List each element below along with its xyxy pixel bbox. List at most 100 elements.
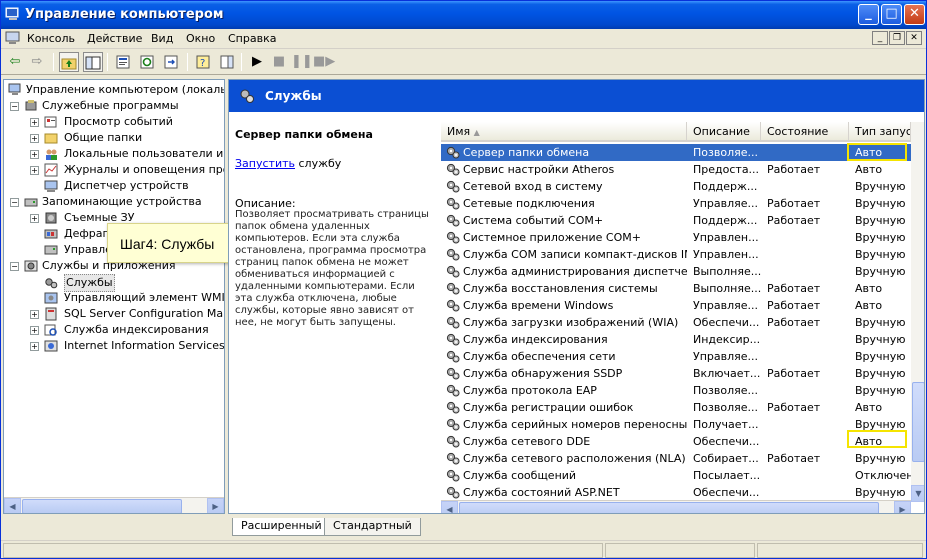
service-state: Работает bbox=[767, 401, 821, 414]
menu-action[interactable]: Действие bbox=[87, 32, 142, 45]
column-name-label: Имя bbox=[447, 125, 471, 138]
mdi-close-button[interactable]: ✕ bbox=[906, 31, 922, 45]
table-row[interactable]: Система событий COM+ Поддерж... Работает Вр… bbox=[441, 212, 911, 229]
table-row[interactable]: Служба регистрации ошибок Позволяе... Рабо… bbox=[441, 399, 911, 416]
expand-icon[interactable]: + bbox=[30, 134, 39, 143]
column-startup[interactable]: Тип запуска bbox=[849, 122, 911, 142]
gear-icon bbox=[446, 350, 460, 363]
table-row[interactable]: Служба протокола EAP Позволяе... Вручную bbox=[441, 382, 911, 399]
column-description[interactable]: Описание bbox=[687, 122, 761, 142]
scroll-right-icon[interactable]: ▶ bbox=[207, 498, 224, 513]
list-vertical-scrollbar[interactable]: ▼ bbox=[911, 122, 924, 502]
table-row[interactable]: Служба состояний ASP.NET Обеспечи... Вручн… bbox=[441, 484, 911, 501]
highlight-box bbox=[847, 143, 907, 161]
expand-icon[interactable]: + bbox=[30, 326, 39, 335]
service-state: Работает bbox=[767, 299, 821, 312]
column-name[interactable]: Имя ▲ bbox=[441, 122, 687, 142]
tab-extended[interactable]: Расширенный bbox=[232, 518, 331, 536]
table-row[interactable]: Сетевой вход в систему Поддерж... Вручную bbox=[441, 178, 911, 195]
expand-icon[interactable]: + bbox=[30, 166, 39, 175]
service-startup: Отключен bbox=[855, 469, 911, 482]
service-startup: Авто bbox=[855, 163, 883, 176]
device-manager-icon bbox=[44, 180, 58, 192]
properties-icon[interactable] bbox=[113, 52, 133, 72]
table-row[interactable]: Служба сетевого DDE Обеспечи... Авто bbox=[441, 433, 911, 450]
service-description: Обеспечи... bbox=[693, 316, 760, 329]
table-row[interactable]: Служба сообщений Посылает... Отключен bbox=[441, 467, 911, 484]
sort-up-icon: ▲ bbox=[473, 128, 480, 137]
export-list-icon[interactable] bbox=[161, 52, 181, 72]
table-row[interactable]: Служба серийных номеров переносных у... П… bbox=[441, 416, 911, 433]
collapse-icon[interactable]: − bbox=[10, 102, 19, 111]
back-arrow-icon[interactable]: ⇦ bbox=[5, 52, 25, 72]
service-name: Сетевые подключения bbox=[463, 197, 595, 210]
minimize-button[interactable]: _ bbox=[858, 4, 879, 25]
start-service-link[interactable]: Запустить bbox=[235, 157, 295, 170]
table-row[interactable]: Служба обнаружения SSDP Включает... Работа… bbox=[441, 365, 911, 382]
list-horizontal-scrollbar[interactable]: ◀ ▶ bbox=[441, 500, 911, 513]
table-row[interactable]: Служба администрирования диспетчера Выпол… bbox=[441, 263, 911, 280]
table-row[interactable]: Служба загрузки изображений (WIA) Обеспеч… bbox=[441, 314, 911, 331]
indexing-icon bbox=[44, 324, 57, 336]
gear-icon bbox=[446, 299, 460, 312]
computer-management-icon bbox=[5, 7, 19, 20]
close-button[interactable]: ✕ bbox=[904, 4, 925, 25]
expand-icon[interactable]: + bbox=[30, 150, 39, 159]
mdi-minimize-button[interactable]: _ bbox=[872, 31, 888, 45]
expand-icon[interactable]: + bbox=[30, 118, 39, 127]
menu-help[interactable]: Справка bbox=[228, 32, 276, 45]
restart-icon[interactable]: ■▶ bbox=[313, 52, 335, 72]
stop-icon[interactable]: ■ bbox=[269, 52, 289, 72]
scroll-thumb[interactable] bbox=[912, 382, 924, 462]
pause-icon[interactable]: ❚❚ bbox=[291, 52, 313, 72]
service-name: Сервер папки обмена bbox=[463, 146, 590, 159]
tree-horizontal-scrollbar[interactable]: ◀ ▶ bbox=[4, 497, 224, 513]
column-state[interactable]: Состояние bbox=[761, 122, 849, 142]
collapse-icon[interactable]: − bbox=[10, 198, 19, 207]
gear-icon bbox=[446, 418, 460, 431]
help-icon[interactable]: ? bbox=[193, 52, 213, 72]
service-name: Служба состояний ASP.NET bbox=[463, 486, 620, 499]
menu-view[interactable]: Вид bbox=[151, 32, 173, 45]
table-row[interactable]: Служба времени Windows Управляе... Работае… bbox=[441, 297, 911, 314]
scroll-thumb[interactable] bbox=[459, 502, 879, 513]
tree-label-perf-logs: Журналы и оповещения производительности bbox=[64, 163, 224, 176]
up-folder-icon[interactable] bbox=[59, 52, 79, 72]
menu-window[interactable]: Окно bbox=[186, 32, 215, 45]
table-row[interactable]: Системное приложение COM+ Управлен... Вруч… bbox=[441, 229, 911, 246]
table-row[interactable]: Служба COM записи компакт-дисков IMAPI Уп… bbox=[441, 246, 911, 263]
table-row[interactable]: Сервер папки обмена Позволяе... Авто bbox=[441, 144, 911, 161]
scroll-right-icon[interactable]: ▶ bbox=[894, 501, 911, 513]
perf-logs-icon bbox=[44, 163, 58, 177]
mdi-restore-button[interactable]: ❐ bbox=[889, 31, 905, 45]
console-icon[interactable] bbox=[5, 31, 21, 46]
maximize-button[interactable]: □ bbox=[881, 4, 902, 25]
table-row[interactable]: Служба индексирования Индексир... Вручную bbox=[441, 331, 911, 348]
scroll-left-icon[interactable]: ◀ bbox=[4, 498, 21, 513]
scroll-left-icon[interactable]: ◀ bbox=[441, 501, 458, 513]
table-row[interactable]: Сетевые подключения Управляе... Работает Вр… bbox=[441, 195, 911, 212]
expand-icon[interactable]: + bbox=[30, 310, 39, 319]
expand-icon[interactable]: + bbox=[30, 342, 39, 351]
scroll-thumb[interactable] bbox=[22, 499, 182, 513]
menu-console[interactable]: Консоль bbox=[27, 32, 75, 45]
scroll-down-icon[interactable]: ▼ bbox=[911, 485, 924, 502]
gear-icon bbox=[446, 486, 460, 499]
tab-standard[interactable]: Стандартный bbox=[324, 518, 421, 536]
table-row[interactable]: Служба восстановления системы Выполняе...… bbox=[441, 280, 911, 297]
service-description: Предоста... bbox=[693, 163, 760, 176]
service-startup: Авто bbox=[855, 401, 883, 414]
gear-icon bbox=[45, 278, 58, 289]
forward-arrow-icon[interactable]: ⇨ bbox=[27, 52, 47, 72]
show-tree-icon[interactable] bbox=[83, 52, 103, 72]
table-row[interactable]: Служба обеспечения сети Управляе... Вручну… bbox=[441, 348, 911, 365]
refresh-icon[interactable] bbox=[137, 52, 157, 72]
collapse-icon[interactable]: − bbox=[10, 262, 19, 271]
show-action-pane-icon[interactable] bbox=[217, 52, 237, 72]
table-row[interactable]: Служба сетевого расположения (NLA) Собира… bbox=[441, 450, 911, 467]
title-bar[interactable]: Управление компьютером _ □ ✕ bbox=[1, 1, 926, 29]
play-icon[interactable]: ▶ bbox=[247, 52, 267, 72]
table-row[interactable]: Сервис настройки Atheros Предоста... Работ… bbox=[441, 161, 911, 178]
list-header: Имя ▲ Описание Состояние Тип запуска bbox=[441, 122, 911, 142]
expand-icon[interactable]: + bbox=[30, 214, 39, 223]
